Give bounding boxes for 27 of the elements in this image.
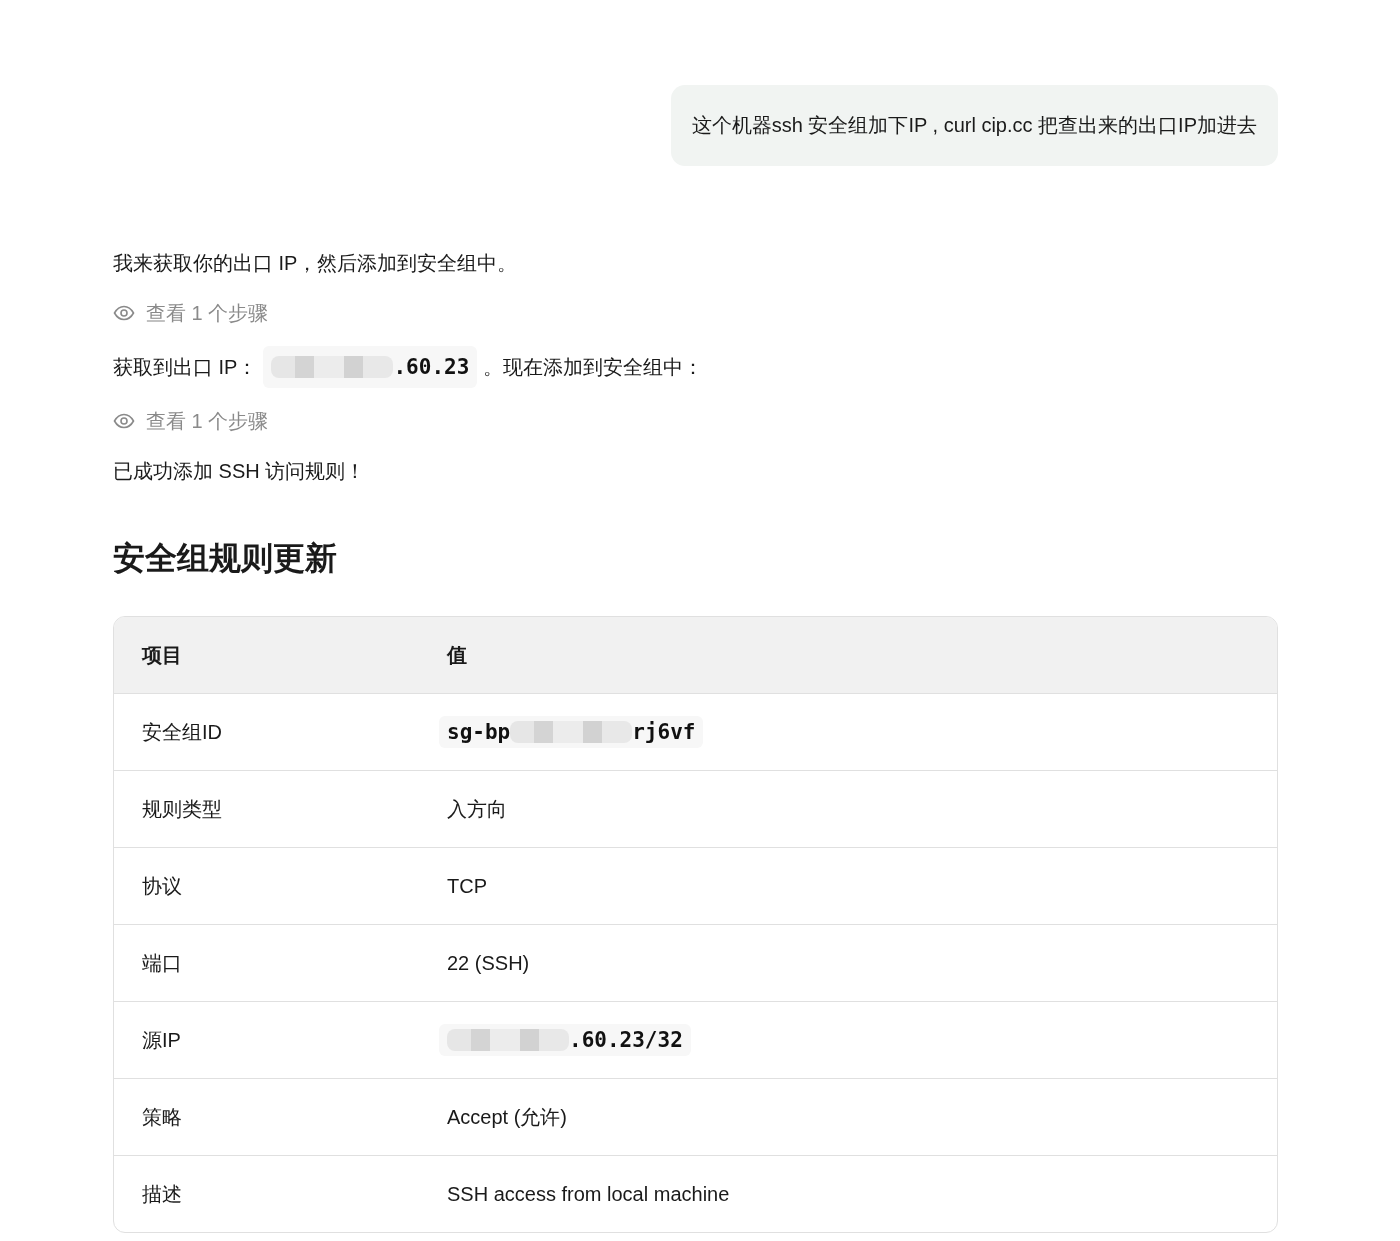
user-message: 这个机器ssh 安全组加下IP , curl cip.cc 把查出来的出口IP加进去 bbox=[670, 85, 1278, 166]
column-header: 项目 bbox=[140, 642, 183, 668]
table-cell-text: 22 (SSH) bbox=[446, 951, 531, 975]
table-cell-text: 描述 bbox=[141, 1181, 183, 1207]
eye-icon bbox=[113, 413, 135, 429]
assistant-text: 已成功添加 SSH 访问规则！ bbox=[113, 459, 367, 484]
eye-icon bbox=[113, 305, 135, 321]
code-value: sg-bp rj6vf bbox=[439, 716, 704, 748]
assistant-text: 获取到出口 IP： bbox=[113, 355, 258, 380]
column-header: 值 bbox=[446, 642, 468, 668]
section-heading: 安全组规则更新 bbox=[113, 539, 338, 578]
table-cell-text: 端口 bbox=[141, 950, 183, 976]
table-cell-text: Accept (允许) bbox=[446, 1104, 569, 1130]
table-cell-text: 策略 bbox=[141, 1104, 183, 1130]
table-cell-text: 规则类型 bbox=[141, 796, 223, 822]
assistant-text: 。现在添加到安全组中： bbox=[483, 355, 704, 380]
table-cell-text: 安全组ID bbox=[141, 719, 223, 745]
code-value: .60.23/32 bbox=[439, 1024, 691, 1056]
table-cell-text: 源IP bbox=[141, 1027, 182, 1053]
view-steps-link[interactable]: 查看 1 个步骤 bbox=[113, 296, 269, 330]
code-value: .60.23 bbox=[263, 346, 478, 388]
view-steps-link[interactable]: 查看 1 个步骤 bbox=[113, 404, 269, 438]
table-cell-text: 入方向 bbox=[446, 796, 508, 822]
table-cell-text: SSH access from local machine bbox=[446, 1182, 731, 1206]
assistant-text: 我来获取你的出口 IP，然后添加到安全组中。 bbox=[113, 251, 519, 276]
table-cell-text: TCP bbox=[446, 874, 488, 898]
table-cell-text: 协议 bbox=[141, 873, 183, 899]
